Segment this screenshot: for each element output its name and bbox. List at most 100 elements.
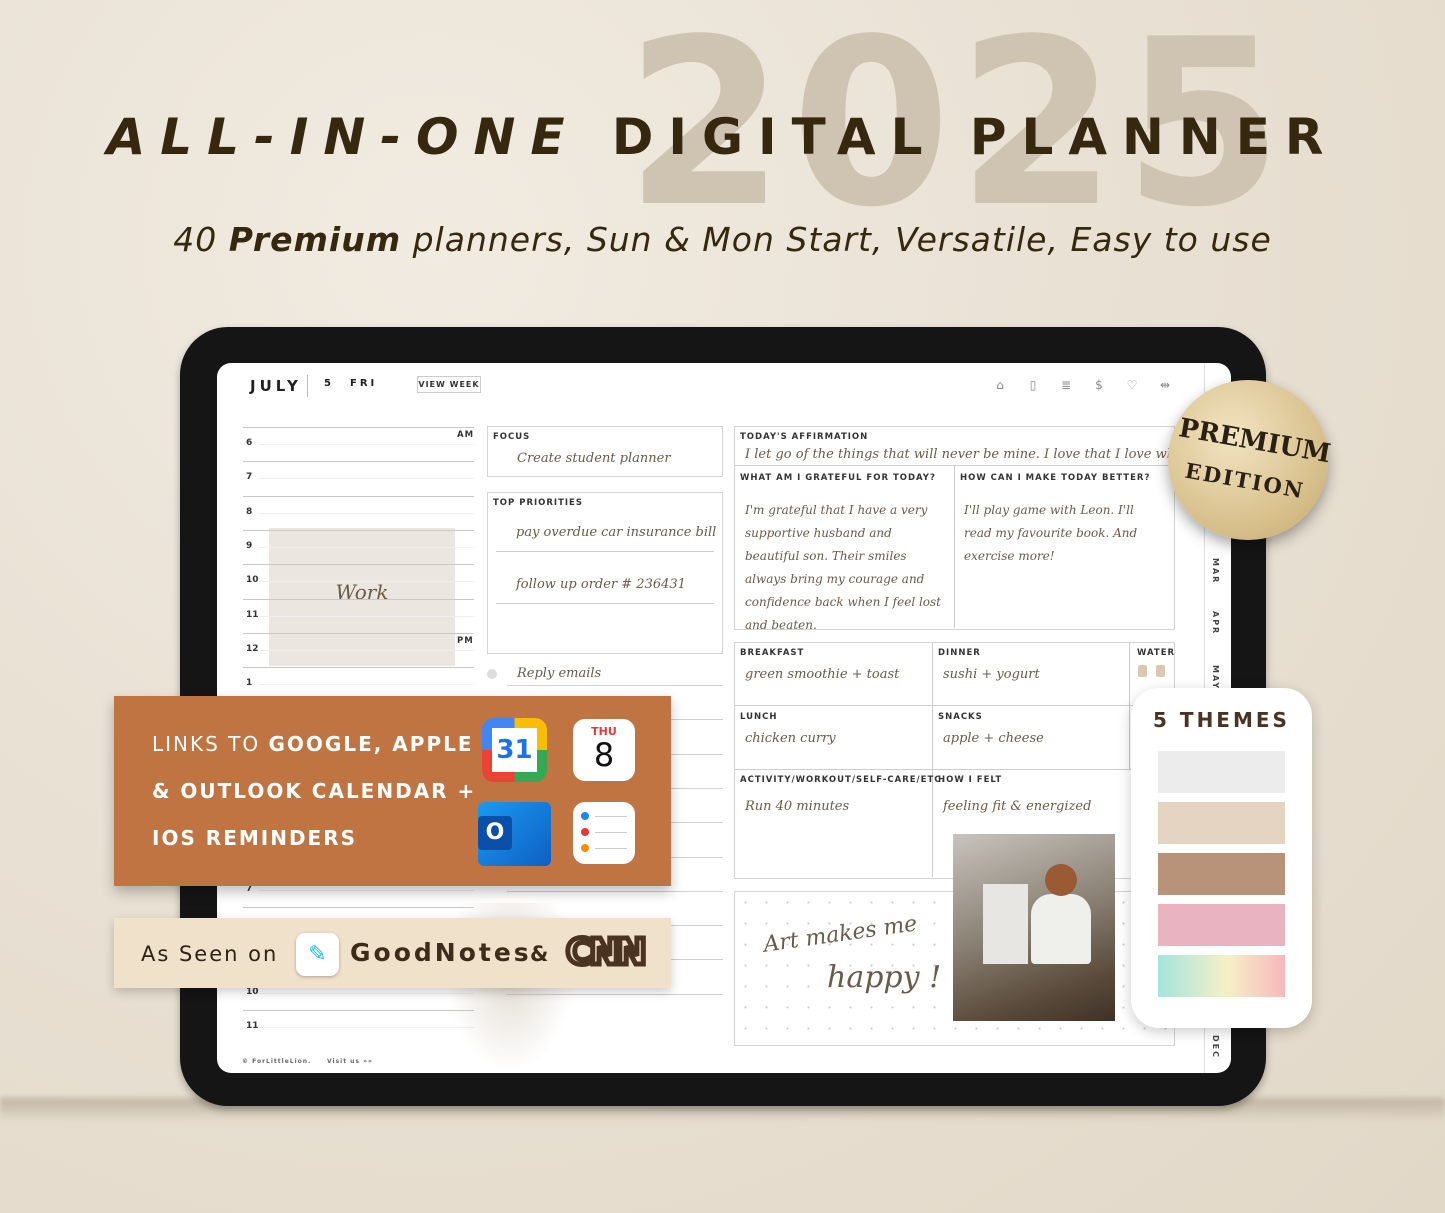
header-divider — [307, 375, 308, 397]
pencil-icon[interactable] — [487, 669, 497, 679]
half-hour-line — [259, 1027, 474, 1029]
todo-item[interactable]: Reply emails — [517, 666, 601, 681]
hour-line — [243, 564, 474, 566]
felt-value[interactable]: feeling fit & energized — [943, 799, 1091, 814]
banner-text-bold: & OUTLOOK CALENDAR + — [152, 779, 477, 803]
notes-icon[interactable]: ≣ — [1059, 378, 1073, 392]
hour-line — [243, 495, 474, 497]
event-work[interactable]: Work — [269, 528, 455, 666]
hour-label: 10 — [246, 575, 259, 586]
focus-value: Create student planner — [517, 451, 671, 466]
activity-value[interactable]: Run 40 minutes — [745, 799, 849, 814]
grateful-label: WHAT AM I GRATEFUL FOR TODAY? — [740, 473, 936, 483]
theme-swatch[interactable] — [1158, 853, 1285, 895]
hour-label: 11 — [246, 1021, 259, 1032]
snacks-label: SNACKS — [938, 712, 983, 722]
month-tab[interactable]: MAR — [1211, 558, 1220, 584]
heart-icon[interactable]: ♡ — [1125, 378, 1139, 392]
hair-in-photo — [1045, 864, 1077, 896]
apple-calendar-icon: THU 8 — [573, 719, 635, 781]
hero-subtitle: 40 Premium planners, Sun & Mon Start, Ve… — [0, 220, 1445, 259]
priority-item: follow up order # 236431 — [516, 577, 686, 592]
subtitle-rest: planners, Sun & Mon Start, Versatile, Ea… — [412, 220, 1272, 259]
outlook-icon: O — [478, 802, 551, 866]
priority-item: pay overdue car insurance bill — [516, 525, 717, 540]
reflection-box: TODAY'S AFFIRMATION I let go of the thin… — [734, 426, 1175, 632]
todo-line[interactable] — [507, 890, 723, 892]
title-rest: DIGITAL PLANNER — [611, 108, 1339, 166]
hour-line — [243, 1010, 474, 1012]
dumbbell-icon[interactable]: ⇹ — [1158, 378, 1172, 392]
priorities-box[interactable]: TOP PRIORITIES pay overdue car insurance… — [487, 492, 723, 654]
half-hour-line — [259, 581, 474, 583]
month-tab[interactable]: APR — [1211, 611, 1220, 635]
hour-line — [243, 667, 474, 669]
lunch-value[interactable]: chicken curry — [745, 731, 836, 746]
water-cup-icon[interactable] — [1138, 665, 1147, 677]
divider — [735, 769, 1173, 770]
page-icon[interactable]: ▯ — [1026, 378, 1040, 392]
calendar-links-banner: LINKS TO GOOGLE, APPLE & OUTLOOK CALENDA… — [114, 696, 671, 886]
weekday-label: FRI — [350, 378, 378, 389]
half-hour-line — [259, 478, 474, 480]
half-hour-line — [259, 684, 474, 686]
banner-text-bold: IOS REMINDERS — [152, 826, 358, 850]
hour-line — [243, 461, 474, 463]
canvas-in-photo — [983, 884, 1028, 964]
month-label: JULY — [250, 377, 302, 395]
breakfast-value[interactable]: green smoothie + toast — [745, 667, 899, 682]
focus-box[interactable]: FOCUS Create student planner — [487, 426, 723, 477]
hour-label: 9 — [246, 540, 253, 551]
felt-label: HOW I FELT — [938, 775, 1003, 785]
hour-label: 11 — [246, 609, 259, 620]
month-tab[interactable]: DEC — [1211, 1035, 1220, 1059]
pm-label: PM — [457, 636, 474, 646]
apple-cal-date: 8 — [593, 736, 615, 774]
hour-label: 1 — [246, 678, 253, 689]
theme-swatch[interactable] — [1158, 802, 1285, 844]
snacks-value[interactable]: apple + cheese — [943, 731, 1044, 746]
hour-line — [243, 632, 474, 634]
quote-line1: Art makes me — [762, 911, 919, 958]
hour-label: 12 — [246, 643, 259, 654]
hero-title: ALL-IN-ONE DIGITAL PLANNER — [0, 108, 1445, 166]
copyright: © ForLittleLion. — [242, 1058, 312, 1065]
hour-line — [243, 529, 474, 531]
title-italic: ALL-IN-ONE — [106, 108, 580, 166]
dollar-icon[interactable]: $ — [1092, 378, 1106, 392]
focus-label: FOCUS — [493, 432, 531, 442]
grateful-value[interactable]: I'm grateful that I have a very supporti… — [745, 499, 945, 637]
premium-edition-badge: PREMIUM EDITION — [1168, 380, 1333, 540]
subtitle-bold: Premium — [228, 220, 402, 259]
affirmation-label: TODAY'S AFFIRMATION — [740, 432, 869, 442]
half-hour-line — [259, 992, 474, 994]
divider — [735, 705, 1173, 706]
banner-text-bold: GOOGLE, APPLE — [268, 732, 474, 756]
todo-line[interactable] — [507, 685, 723, 686]
view-week-button[interactable]: VIEW WEEK — [417, 376, 481, 393]
goodnotes-icon: ✎ — [296, 933, 339, 976]
home-icon[interactable]: ⌂ — [993, 378, 1007, 392]
month-tab[interactable]: MAY — [1211, 665, 1220, 690]
divider — [932, 643, 933, 877]
half-hour-line — [259, 649, 474, 651]
half-hour-line — [259, 615, 474, 617]
affirmation-value[interactable]: I let go of the things that will never b… — [745, 447, 1173, 462]
dinner-label: DINNER — [938, 648, 981, 658]
banner-text: LINKS TO — [152, 732, 269, 756]
theme-swatch[interactable] — [1158, 904, 1285, 946]
water-label: WATER — [1137, 648, 1176, 658]
dinner-value[interactable]: sushi + yogurt — [943, 667, 1040, 682]
hour-label: 6 — [246, 438, 253, 448]
event-title: Work — [335, 580, 389, 604]
better-value[interactable]: I'll play game with Leon. I'll read my f… — [964, 499, 1164, 568]
theme-swatch[interactable] — [1158, 751, 1285, 793]
water-cup-icon[interactable] — [1156, 665, 1165, 677]
visit-link[interactable]: Visit us »» — [327, 1058, 373, 1065]
hour-line — [243, 427, 474, 428]
gcal-date: 31 — [492, 728, 537, 772]
half-hour-line — [259, 512, 474, 514]
person-in-photo — [1031, 894, 1091, 964]
theme-swatch[interactable] — [1158, 955, 1285, 997]
outlook-letter: O — [478, 816, 512, 850]
